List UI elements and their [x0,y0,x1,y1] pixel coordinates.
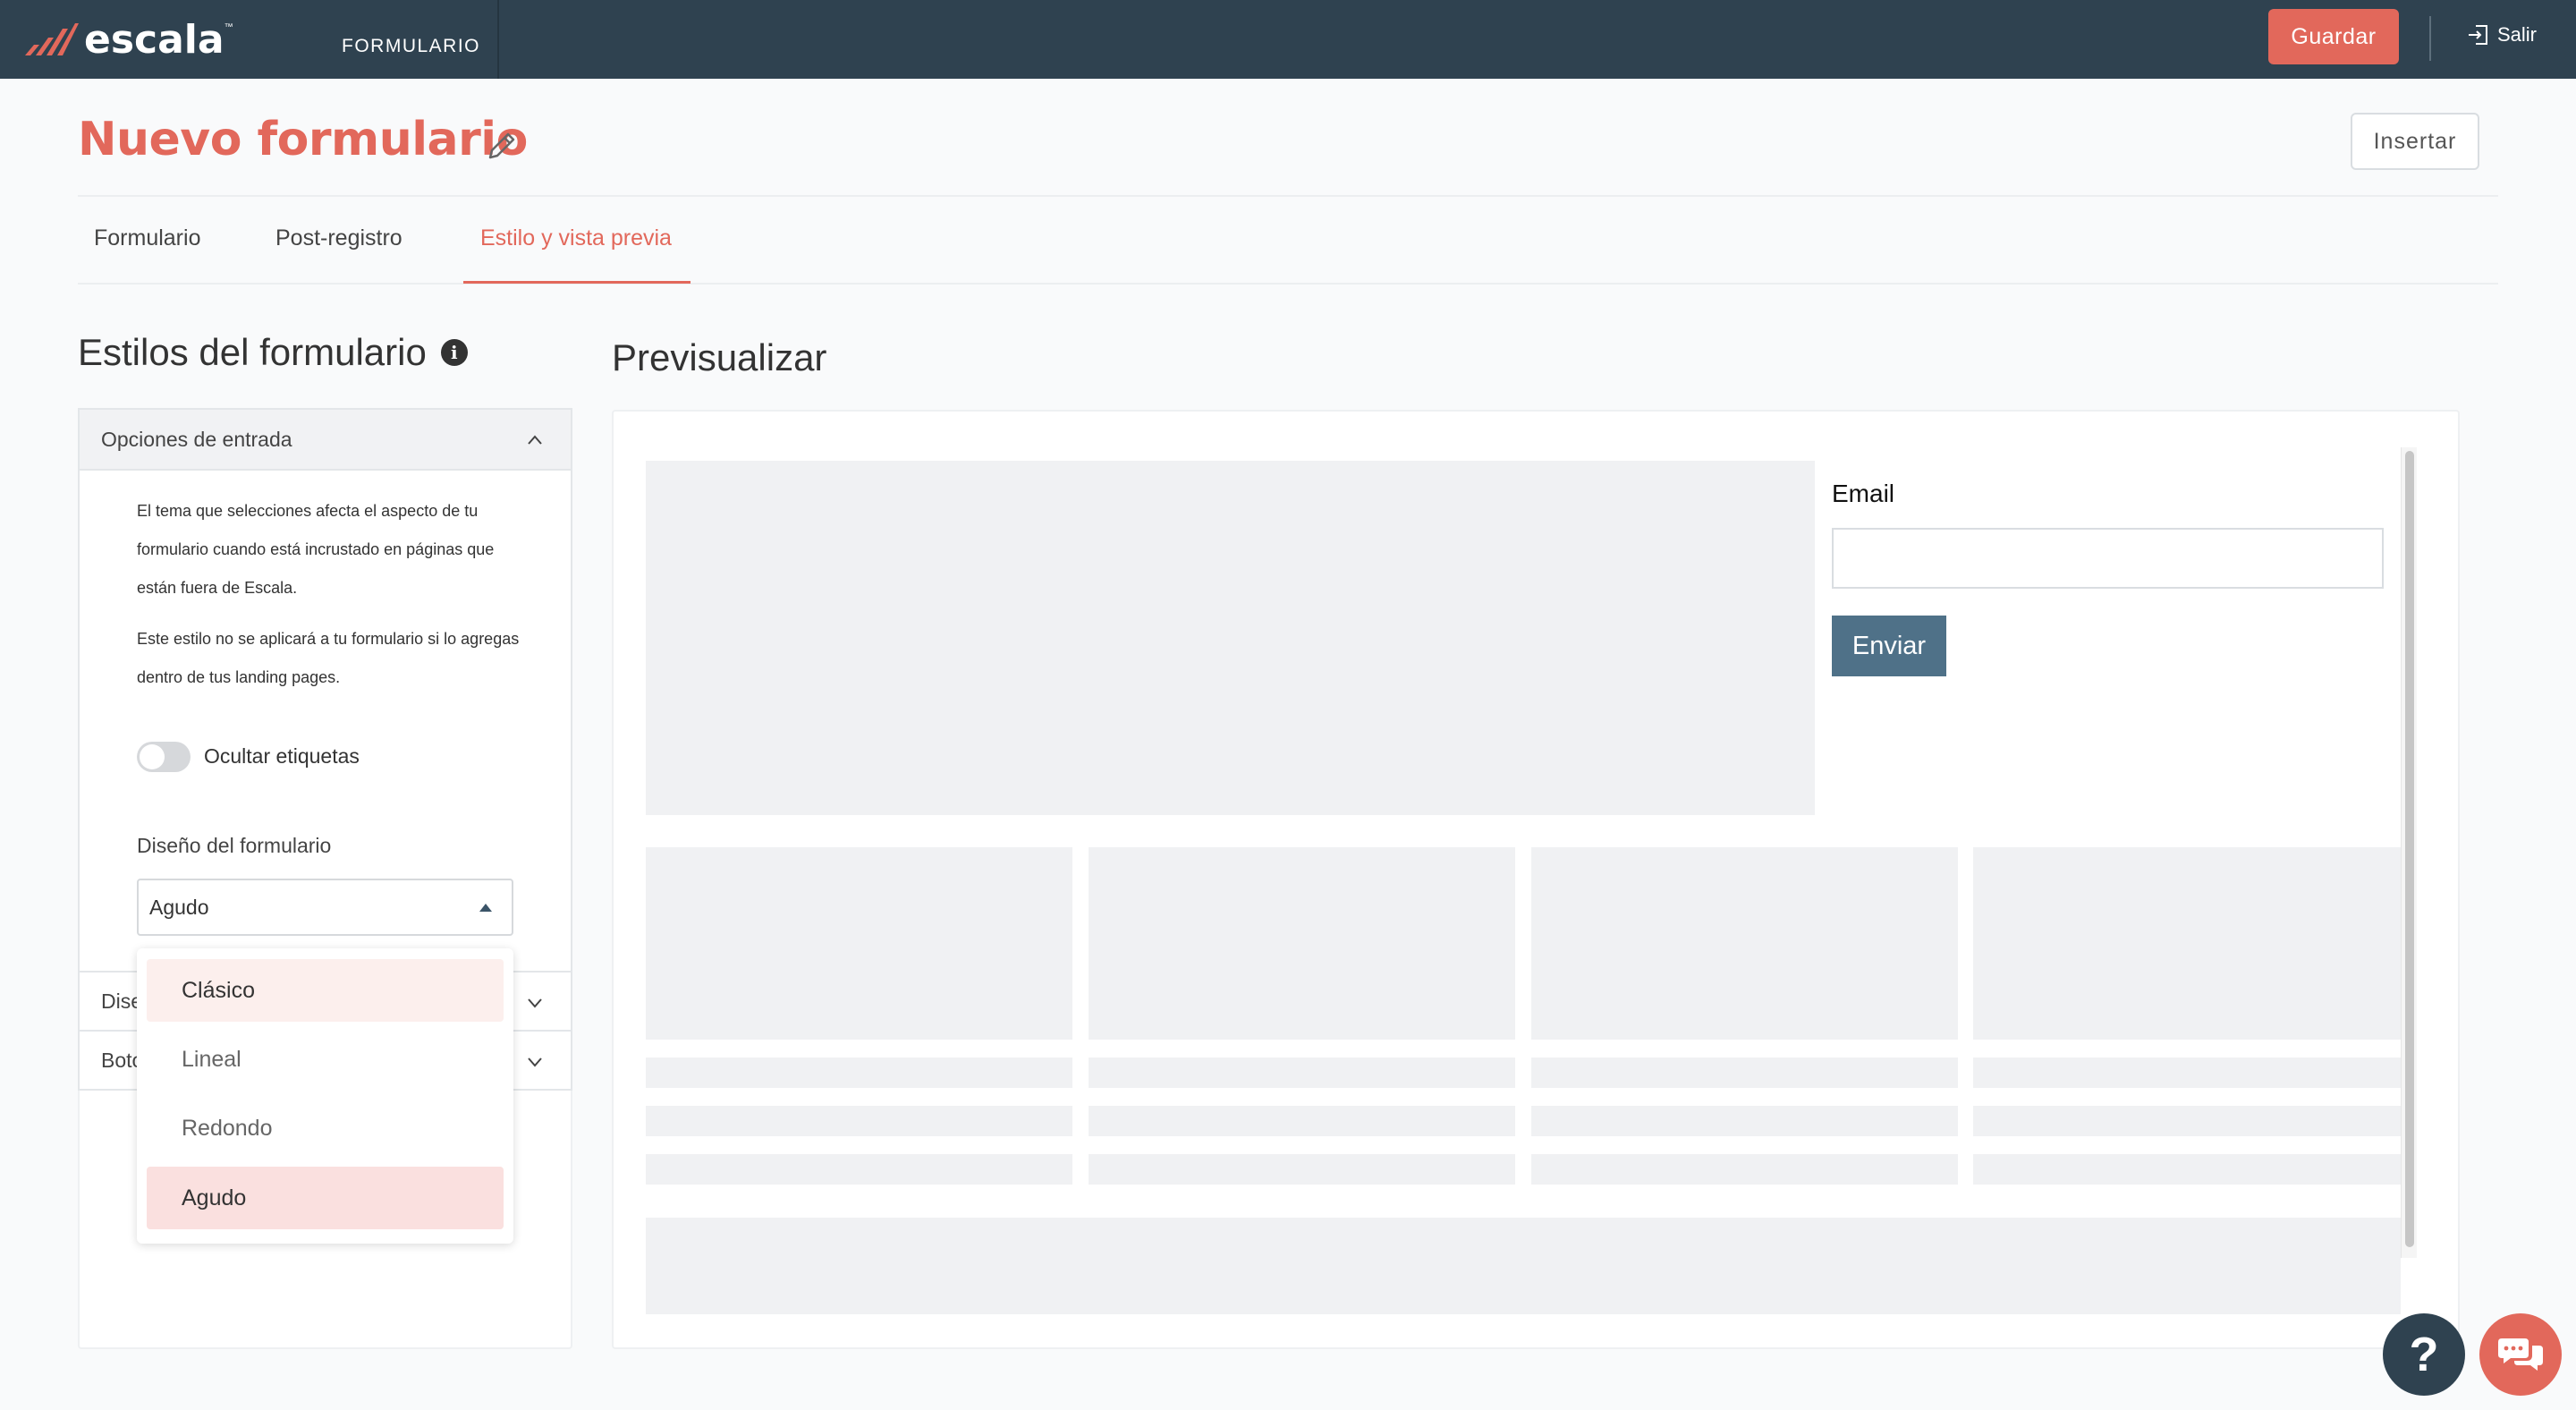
placeholder-line [1089,1106,1515,1136]
option-redondo[interactable]: Redondo [147,1097,504,1159]
hide-labels-label: Ocultar etiquetas [204,744,360,768]
topbar-divider [497,0,499,79]
placeholder-card [646,847,1072,1040]
landing-note: Este estilo no se aplicará a tu formular… [137,630,520,686]
placeholder-card [1973,847,2401,1040]
chat-bubbles-icon [2498,1338,2543,1371]
hide-labels-toggle[interactable] [137,742,191,772]
placeholder-card [1531,847,1958,1040]
info-icon[interactable]: i [440,339,468,366]
send-button[interactable]: Enviar [1832,616,1946,676]
form-design-select[interactable]: Agudo [137,879,513,936]
placeholder-card [1089,847,1515,1040]
chevron-up-icon [528,435,542,445]
accordion-title: Opciones de entrada [101,427,292,451]
placeholder-line [646,1058,1072,1088]
logout-icon [2469,25,2487,45]
email-label: Email [1832,480,1895,507]
form-design-label: Diseño del formulario [137,834,332,857]
caret-up-icon [479,904,492,912]
section-label: FORMULARIO [342,36,481,56]
placeholder-footer [646,1218,2401,1314]
email-input[interactable] [1832,528,2384,589]
insert-button[interactable]: Insertar [2351,113,2479,170]
design-dropdown-menu: Clásico Lineal Redondo Agudo [137,948,513,1244]
logo-trademark: ™ [224,21,233,32]
tab-formulario[interactable]: Formulario [94,225,200,251]
exit-label: Salir [2497,23,2538,46]
logo-bars-icon [25,23,79,55]
top-bar: escala ™ FORMULARIO Guardar Salir [0,0,2576,79]
active-tab-indicator [463,281,691,284]
tab-estilo-vista-previa[interactable]: Estilo y vista previa [480,225,672,251]
theme-description: El tema que selecciones afecta el aspect… [137,502,495,597]
option-clasico[interactable]: Clásico [147,959,504,1022]
placeholder-line [1531,1154,1958,1185]
page-title: Nuevo formulario [78,113,528,166]
escala-logo[interactable]: escala ™ [23,16,233,63]
header-divider [78,195,2498,197]
help-button[interactable]: ? [2383,1313,2465,1396]
tab-post-registro[interactable]: Post-registro [275,225,402,251]
save-button[interactable]: Guardar [2268,9,2399,64]
logo-text: escala [84,16,225,63]
edit-pencil-icon[interactable] [483,127,521,165]
select-value: Agudo [149,895,209,919]
option-lineal[interactable]: Lineal [147,1028,504,1091]
preview-scrollbar-thumb[interactable] [2405,451,2414,1247]
preview-heading: Previsualizar [612,336,827,378]
topbar-divider [2429,16,2431,61]
accordion-input-options[interactable]: Opciones de entrada [78,408,572,471]
placeholder-line [1973,1058,2401,1088]
toggle-knob [140,744,165,769]
placeholder-line [1973,1154,2401,1185]
placeholder-line [1531,1106,1958,1136]
placeholder-line [1531,1058,1958,1088]
placeholder-line [1089,1154,1515,1185]
placeholder-line [646,1106,1072,1136]
exit-button[interactable]: Salir [2467,23,2537,47]
chevron-down-icon [528,998,542,1008]
option-agudo[interactable]: Agudo [147,1167,504,1229]
placeholder-line [1973,1106,2401,1136]
chevron-down-icon [528,1058,542,1067]
placeholder-line [646,1154,1072,1185]
placeholder-hero [646,461,1815,815]
styles-heading-text: Estilos del formulario [78,331,427,373]
placeholder-line [1089,1058,1515,1088]
tabs-divider [78,283,2498,285]
chat-button[interactable] [2479,1313,2562,1396]
styles-heading: Estilos del formulario i [78,331,468,374]
